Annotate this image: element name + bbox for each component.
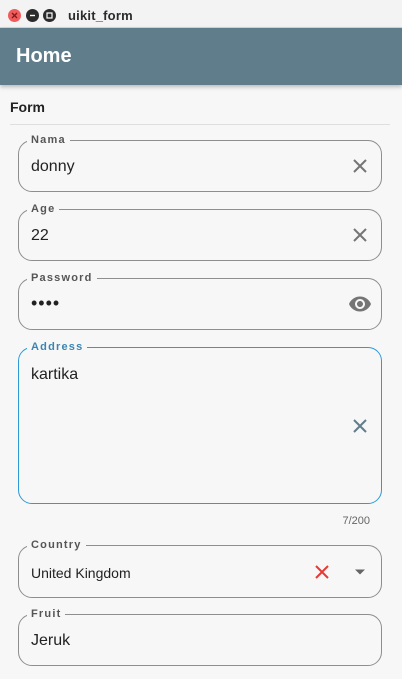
address-clear-button[interactable] <box>348 414 372 438</box>
nama-clear-button[interactable] <box>348 154 372 178</box>
window-title: uikit_form <box>68 8 133 23</box>
close-icon <box>353 159 367 173</box>
page-title: Home <box>16 45 72 67</box>
window-maximize-button[interactable] <box>43 9 56 22</box>
nama-label: Nama <box>27 133 70 147</box>
close-icon <box>11 12 18 19</box>
password-field[interactable]: Password •••• <box>18 271 382 330</box>
maximize-icon <box>46 12 53 19</box>
app-bar: Home <box>0 28 402 85</box>
password-value: •••• <box>31 293 61 313</box>
country-dropdown[interactable]: Country United Kingdom <box>18 538 382 598</box>
age-value: 22 <box>31 227 49 244</box>
close-icon <box>353 419 367 433</box>
address-field[interactable]: Address kartika <box>18 340 382 504</box>
fruit-value: Jeruk <box>31 632 71 649</box>
window-minimize-button[interactable] <box>26 9 39 22</box>
password-visibility-toggle[interactable] <box>348 292 372 316</box>
address-character-counter: 7/200 <box>342 515 370 527</box>
country-dropdown-button[interactable] <box>348 560 372 584</box>
window-titlebar: uikit_form <box>0 0 402 28</box>
nama-field[interactable]: Nama donny <box>18 133 382 192</box>
address-label: Address <box>27 340 88 354</box>
close-icon <box>353 228 367 242</box>
age-field[interactable]: Age 22 <box>18 202 382 261</box>
country-value: United Kingdom <box>31 565 131 581</box>
address-value: kartika <box>31 366 79 383</box>
age-label: Age <box>27 202 60 216</box>
eye-icon <box>349 296 371 312</box>
fruit-label: Fruit <box>27 607 66 621</box>
window-close-button[interactable] <box>8 9 21 22</box>
country-clear-button[interactable] <box>310 560 334 584</box>
country-label: Country <box>27 538 86 552</box>
password-label: Password <box>27 271 97 285</box>
close-icon <box>315 565 329 579</box>
fruit-field[interactable]: Fruit Jeruk <box>18 607 382 666</box>
section-title: Form <box>10 99 45 115</box>
divider <box>10 124 390 125</box>
minimize-icon <box>30 14 35 17</box>
caret-down-icon <box>355 569 365 575</box>
nama-value: donny <box>31 158 75 175</box>
age-clear-button[interactable] <box>348 223 372 247</box>
